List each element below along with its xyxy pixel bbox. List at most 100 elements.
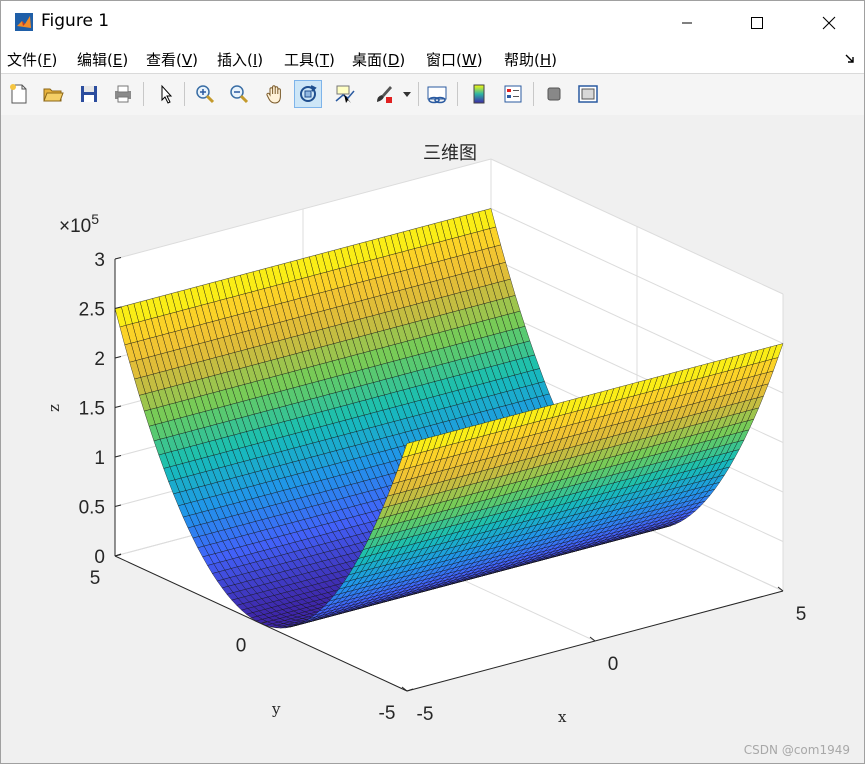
x-tick-label: -5 [417,704,434,725]
figure-canvas[interactable]: 0 0.5 1 1.5 2 2.5 3 -5 0 5 -5 0 5 三维图 ×105 z y x CSD… [1,115,864,763]
link-plot-icon [427,86,447,104]
menu-help[interactable]: 帮助(H) [504,49,557,70]
new-figure-icon [10,84,27,104]
menu-window-tail: ) [476,51,483,69]
data-cursor-icon [335,85,355,103]
colorbar-icon [473,84,485,104]
toolbar-separator [533,82,534,106]
figure-window: Figure 1 文件(F) 编辑(E) 查看(V) 插入(I) 工具(T) 桌… [0,0,865,764]
y-tick-label: -5 [379,703,396,724]
matlab-logo-icon [15,13,33,31]
data-cursor-button[interactable] [331,80,359,108]
link-plot-button[interactable] [423,80,451,108]
window-title: Figure 1 [41,11,110,31]
show-plot-tools-button[interactable] [574,80,602,108]
maximize-icon [751,17,763,29]
y-tick-label: 5 [90,568,101,589]
pan-button[interactable] [261,80,289,108]
colorbar-button[interactable] [465,80,493,108]
menu-view[interactable]: 查看(V) [146,49,198,70]
select-button[interactable] [152,80,180,108]
maximize-button[interactable] [721,1,793,45]
menu-tools-tail: ) [329,51,335,69]
menu-help-key: H [539,51,552,69]
menu-bar: 文件(F) 编辑(E) 查看(V) 插入(I) 工具(T) 桌面(D) 窗口(W… [1,45,864,73]
menu-tools-key: T [319,51,330,69]
menu-tools[interactable]: 工具(T) [284,49,335,70]
menu-file-key: F [42,51,52,69]
minimize-button[interactable] [651,1,723,45]
title-bar: Figure 1 [1,1,864,45]
z-tick-label: 2 [94,349,105,370]
x-tick-label: 0 [608,654,619,675]
chart-title: 三维图 [423,143,477,164]
menu-view-key: V [181,51,193,69]
menu-edit-key: E [112,51,123,69]
menu-view-label: 查看( [146,51,182,69]
x-tick-label: 5 [796,604,807,625]
y-tick-label: 0 [236,636,247,657]
zoom-in-button[interactable] [191,80,219,108]
figure-toolbar [1,73,864,116]
toolbar-separator [143,82,144,106]
new-figure-button[interactable] [5,80,33,108]
print-icon [115,85,131,103]
pan-hand-icon [266,85,281,104]
menu-edit-label: 编辑( [77,51,113,69]
menu-file-tail: ) [51,51,58,69]
menu-insert[interactable]: 插入(I) [217,49,263,70]
zoom-in-icon [196,85,215,104]
brush-icon [377,86,392,103]
show-plot-tools-icon [578,85,598,103]
save-icon [81,86,97,102]
hide-plot-tools-button[interactable] [540,80,568,108]
z-tick-label: 1.5 [79,399,105,420]
z-exponent-power: 5 [91,211,99,227]
menu-view-tail: ) [192,51,198,69]
z-tick-label: 0 [94,547,105,568]
hide-plot-tools-icon [547,87,561,101]
brush-dropdown-icon [403,92,411,97]
menu-insert-tail: ) [257,51,264,69]
surface-plot[interactable]: 00.511.522.53-505-505 三维图 ×105 z y x [1,115,864,763]
save-button[interactable] [75,80,103,108]
zoom-out-button[interactable] [225,80,253,108]
close-icon [822,16,836,30]
print-button[interactable] [109,80,137,108]
rotate-3d-button[interactable] [294,80,322,108]
menu-help-tail: ) [551,51,557,69]
menu-help-label: 帮助( [504,51,540,69]
brush-button[interactable] [369,80,397,108]
open-file-button[interactable] [39,80,67,108]
menu-window-label: 窗口( [426,51,462,69]
menu-edit-tail: ) [122,51,129,69]
minimize-icon [682,22,692,24]
dock-arrow-icon[interactable] [844,53,856,65]
toolbar-separator [184,82,185,106]
menu-edit[interactable]: 编辑(E) [77,49,128,70]
x-axis-label: x [558,708,567,726]
z-tick-label: 2.5 [79,300,105,321]
menu-file-label: 文件( [7,51,43,69]
menu-window-key: W [461,51,477,69]
z-exponent-label: ×105 [59,211,99,237]
toolbar-separator [457,82,458,106]
menu-tools-label: 工具( [284,51,320,69]
menu-desktop-key: D [387,51,400,69]
watermark: CSDN @com1949 [743,743,850,757]
menu-file[interactable]: 文件(F) [7,49,57,70]
brush-dropdown-button[interactable] [400,80,414,108]
legend-button[interactable] [499,80,527,108]
close-button[interactable] [793,1,865,45]
legend-icon [504,85,522,103]
menu-desktop-label: 桌面( [352,51,388,69]
menu-desktop[interactable]: 桌面(D) [352,49,405,70]
toolbar-separator [418,82,419,106]
z-axis-label: z [45,404,63,412]
z-tick-label: 3 [94,250,105,271]
z-exponent-base: ×10 [59,216,91,237]
menu-window[interactable]: 窗口(W) [426,49,483,70]
zoom-out-icon [230,85,249,104]
rotate-3d-icon [300,85,317,102]
select-arrow-icon [161,84,173,104]
